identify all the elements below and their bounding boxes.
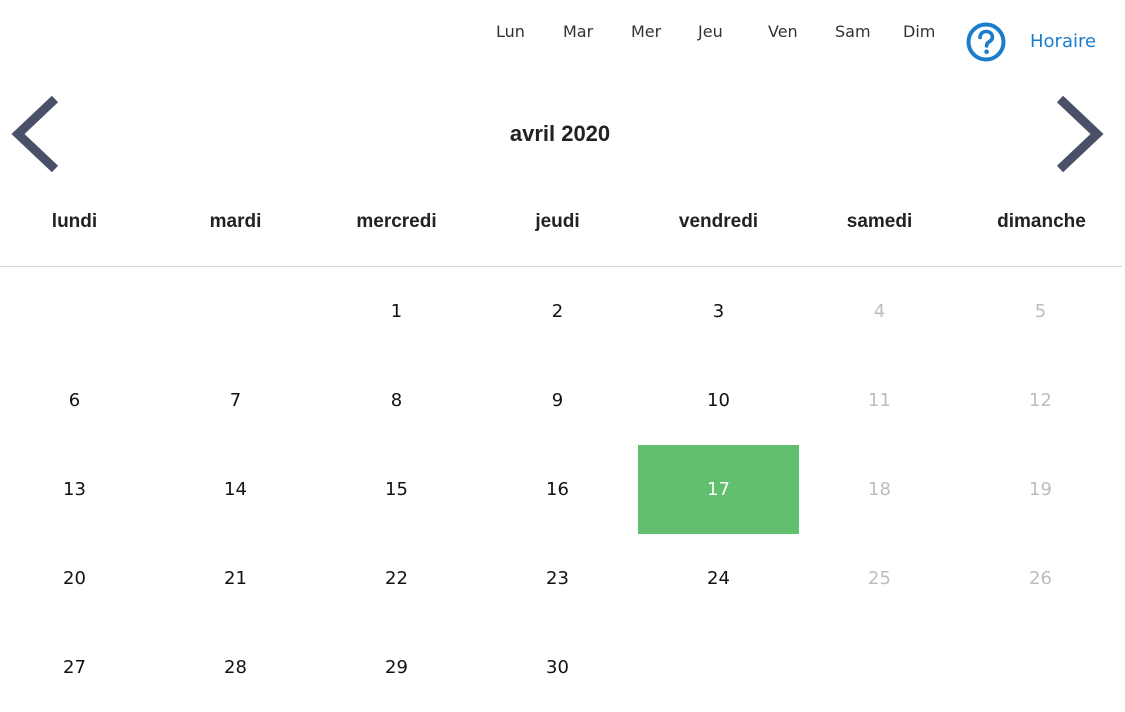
disabled-day-cell: 19 [1029, 479, 1052, 500]
day-filter-lun[interactable]: Lun [496, 22, 525, 42]
day-cell[interactable]: 30 [477, 623, 638, 712]
day-filter-mar[interactable]: Mar [563, 22, 593, 42]
selected-day-cell[interactable]: 17 [638, 445, 799, 534]
day-cell[interactable]: 16 [477, 445, 638, 534]
day-cell[interactable]: 20 [0, 534, 155, 623]
month-title: avril 2020 [509, 121, 611, 146]
disabled-day-cell: 4 [873, 301, 886, 322]
day-cell[interactable]: 6 [0, 356, 155, 445]
empty-day-cell [638, 623, 799, 712]
day-cell[interactable]: 14 [155, 445, 316, 534]
day-cell[interactable]: 1 [316, 267, 477, 356]
disabled-day-cell: 26 [1029, 568, 1052, 589]
weekday-jeudi: jeudi [535, 211, 580, 232]
disabled-day-cell: 25 [868, 568, 891, 589]
day-cell[interactable]: 3 [638, 267, 799, 356]
weekday-mercredi: mercredi [356, 211, 437, 232]
day-cell[interactable]: 8 [316, 356, 477, 445]
day-cell[interactable]: 22 [316, 534, 477, 623]
empty-day-cell [155, 267, 316, 356]
day-cell[interactable]: 2 [477, 267, 638, 356]
empty-day-cell [0, 267, 155, 356]
day-cell[interactable]: 10 [638, 356, 799, 445]
day-filter-dim[interactable]: Dim [903, 22, 935, 42]
day-filter-mer[interactable]: Mer [631, 22, 661, 42]
empty-day-cell [960, 623, 1121, 712]
day-cell[interactable]: 28 [155, 623, 316, 712]
disabled-day-cell: 18 [868, 479, 891, 500]
empty-day-cell [799, 623, 960, 712]
day-cell[interactable]: 13 [0, 445, 155, 534]
disabled-day-cell: 11 [868, 390, 891, 411]
question-circle-icon[interactable] [966, 22, 1006, 62]
day-cell[interactable]: 23 [477, 534, 638, 623]
day-cell[interactable]: 21 [155, 534, 316, 623]
top-bar: Lun Mar Mer Jeu Ven Sam Dim Horaire [0, 0, 1125, 70]
weekday-mardi: mardi [209, 211, 262, 232]
day-cell[interactable]: 7 [155, 356, 316, 445]
day-filter-sam[interactable]: Sam [835, 22, 871, 42]
horaire-link[interactable]: Horaire [1030, 31, 1096, 53]
weekday-header: lundi mardi mercredi jeudi vendredi same… [0, 208, 1122, 236]
day-cell[interactable]: 24 [638, 534, 799, 623]
weekday-samedi: samedi [846, 211, 913, 232]
day-filter-jeu[interactable]: Jeu [698, 22, 723, 42]
disabled-day-cell: 5 [1034, 301, 1047, 322]
day-cell[interactable]: 27 [0, 623, 155, 712]
day-cell[interactable]: 15 [316, 445, 477, 534]
disabled-day-cell: 12 [1029, 390, 1052, 411]
weekday-vendredi: vendredi [678, 211, 759, 232]
weekday-dimanche: dimanche [997, 211, 1086, 232]
day-cell[interactable]: 29 [316, 623, 477, 712]
chevron-right-icon[interactable] [1053, 94, 1105, 174]
day-cell[interactable]: 9 [477, 356, 638, 445]
day-filter-ven[interactable]: Ven [768, 22, 798, 42]
weekday-lundi: lundi [51, 211, 98, 232]
